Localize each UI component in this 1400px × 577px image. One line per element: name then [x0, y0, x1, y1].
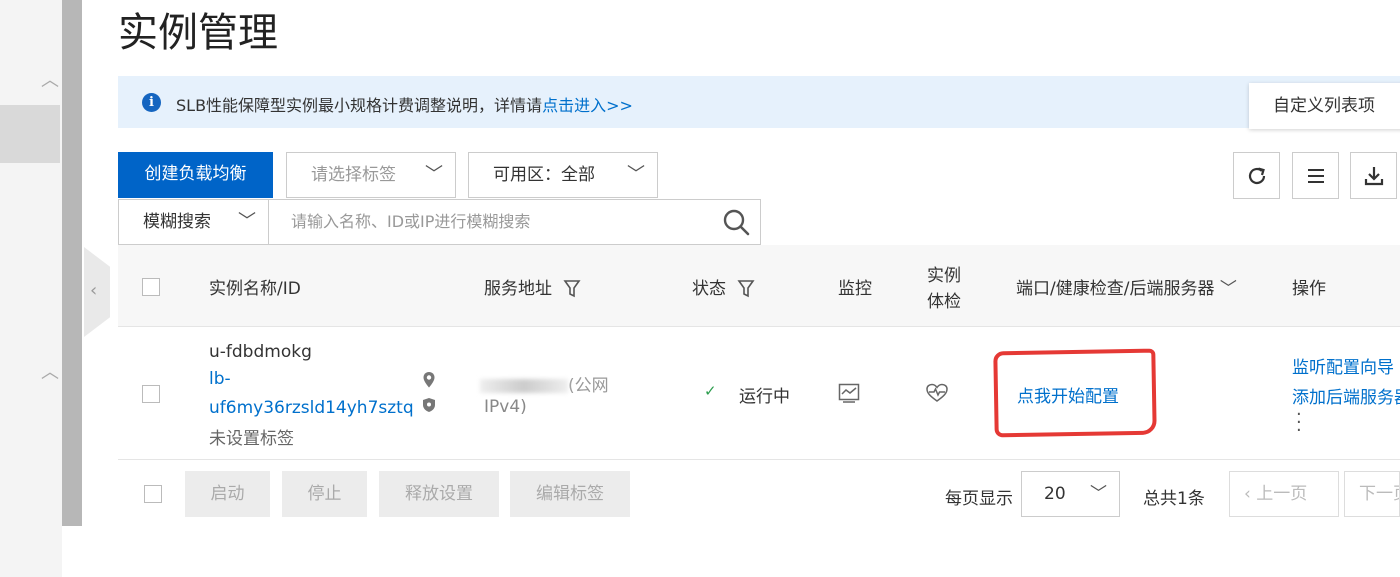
chevron-up-icon[interactable]: ︿	[38, 66, 62, 91]
zone-value: 全部	[561, 165, 595, 185]
per-page-select[interactable]: 20 ﹀	[1021, 471, 1120, 517]
column-ports[interactable]: 端口/健康检查/后端服务器 ﹀	[1016, 274, 1237, 299]
select-all-checkbox[interactable]	[142, 278, 160, 296]
filter-icon[interactable]	[737, 279, 755, 299]
health-check-icon[interactable]	[925, 383, 949, 403]
service-address-redacted	[480, 379, 568, 393]
chevron-down-icon: ﹀	[1090, 484, 1107, 504]
chevron-down-icon: ﹀	[627, 164, 645, 185]
left-rail-active-item[interactable]	[0, 105, 60, 163]
page-title: 实例管理	[118, 10, 278, 56]
column-status[interactable]: 状态	[692, 274, 755, 299]
tag-select[interactable]: 请选择标签 ﹀	[286, 152, 456, 198]
status-text: 运行中	[739, 387, 790, 407]
start-button[interactable]: 启动	[185, 471, 270, 517]
column-monitor: 监控	[838, 279, 872, 299]
instance-tag: 未设置标签	[209, 429, 294, 449]
search-mode-label: 模糊搜索	[143, 212, 211, 232]
notice-link[interactable]: 点击进入>>	[542, 96, 633, 115]
search-icon[interactable]	[722, 208, 750, 236]
chevron-left-icon: ‹	[90, 280, 98, 301]
filter-icon[interactable]	[563, 279, 581, 299]
per-page-value: 20	[1044, 484, 1066, 504]
release-settings-button[interactable]: 释放设置	[379, 471, 499, 517]
column-address-label: 服务地址	[484, 279, 552, 299]
download-button[interactable]	[1350, 152, 1397, 199]
add-backend-server-link[interactable]: 添加后端服务器	[1292, 383, 1400, 408]
column-name: 实例名称/ID	[209, 279, 301, 299]
tag-select-placeholder: 请选择标签	[311, 165, 396, 185]
column-ports-label: 端口/健康检查/后端服务器	[1016, 279, 1215, 299]
custom-list-button[interactable]: 自定义列表项	[1249, 83, 1400, 129]
info-icon: i	[142, 93, 161, 112]
refresh-icon	[1248, 167, 1266, 185]
instance-name: u-fdbdmokg	[209, 342, 312, 362]
prev-page-label: 上一页	[1256, 484, 1308, 504]
next-page-button[interactable]: 下一页	[1344, 471, 1400, 517]
footer-select-all-checkbox[interactable]	[144, 485, 162, 503]
prev-page-button[interactable]: ‹ 上一页	[1229, 471, 1339, 517]
left-rail-scrollbar[interactable]	[62, 0, 82, 526]
notice-text: SLB性能保障型实例最小规格计费调整说明，详情请点击进入>>	[176, 92, 633, 116]
refresh-button[interactable]	[1233, 152, 1280, 199]
list-icon	[1308, 169, 1324, 183]
table-header: 实例名称/ID 服务地址 状态 监控 实例 体检 端口/健康检查/后端服务器 ﹀…	[118, 245, 1400, 327]
edit-tags-button[interactable]: 编辑标签	[510, 471, 630, 517]
table-row: u-fdbdmokg lb- uf6my36rzsld14yh7sztq 未设置…	[118, 327, 1400, 460]
column-status-label: 状态	[692, 279, 726, 299]
column-health-check-line1: 实例	[927, 266, 961, 286]
column-settings-button[interactable]	[1292, 152, 1339, 199]
listener-wizard-link[interactable]: 监听配置向导	[1292, 353, 1394, 378]
instance-id-line2[interactable]: uf6my36rzsld14yh7sztq	[209, 398, 414, 418]
zone-select[interactable]: 可用区：全部 ﹀	[468, 152, 658, 198]
notice-message: SLB性能保障型实例最小规格计费调整说明，详情请	[176, 96, 543, 115]
annotation-circle	[993, 348, 1157, 438]
chevron-left-icon: ‹	[1244, 484, 1257, 504]
instance-id-line1[interactable]: lb-	[209, 369, 231, 389]
column-address[interactable]: 服务地址	[484, 274, 581, 299]
create-load-balancer-button[interactable]: 创建负载均衡	[118, 152, 273, 198]
column-health-check-line2: 体检	[927, 292, 961, 312]
monitor-icon[interactable]	[838, 383, 860, 403]
chevron-down-icon: ﹀	[1214, 279, 1237, 299]
more-actions-icon[interactable]: · · ·	[1296, 406, 1302, 440]
total-count: 总共1条	[1143, 489, 1205, 509]
shield-icon[interactable]	[422, 397, 436, 413]
service-address: (公网	[480, 371, 609, 396]
notice-banner: i SLB性能保障型实例最小规格计费调整说明，详情请点击进入>>	[118, 76, 1400, 128]
service-address-suffix: (公网	[568, 376, 609, 396]
next-page-label: 下一页	[1359, 484, 1399, 504]
search-input[interactable]: 请输入名称、ID或IP进行模糊搜索	[268, 199, 761, 245]
chevron-down-icon: ﹀	[238, 211, 256, 232]
download-icon	[1364, 167, 1384, 186]
zone-label: 可用区：	[493, 165, 561, 185]
check-icon: ✓	[704, 382, 717, 400]
chevron-up-icon[interactable]: ︿	[38, 358, 62, 383]
column-actions: 操作	[1292, 279, 1326, 299]
service-address-type: IPv4)	[484, 397, 527, 417]
row-checkbox[interactable]	[142, 385, 160, 403]
sidebar-collapse-tab[interactable]: ‹	[84, 247, 110, 337]
search-mode-select[interactable]: 模糊搜索 ﹀	[118, 199, 269, 245]
per-page-label: 每页显示	[945, 489, 1013, 509]
stop-button[interactable]: 停止	[282, 471, 367, 517]
chevron-down-icon: ﹀	[425, 164, 443, 185]
location-pin-icon[interactable]	[422, 371, 436, 389]
